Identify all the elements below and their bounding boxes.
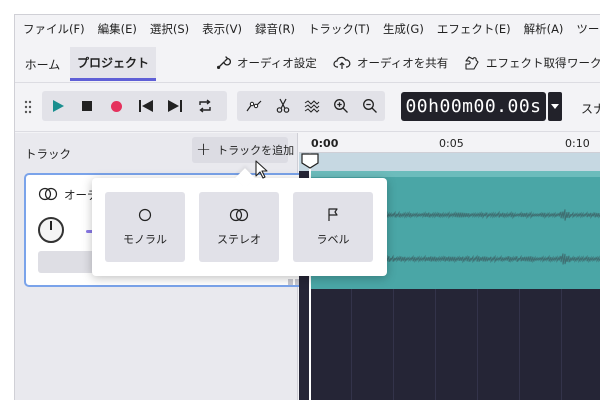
playhead-handle-icon[interactable] bbox=[301, 153, 319, 169]
zoom-in-button[interactable] bbox=[328, 93, 354, 119]
menu-tracks[interactable]: トラック(T) bbox=[308, 21, 370, 37]
mono-label: モノラル bbox=[123, 232, 167, 246]
loop-button[interactable] bbox=[192, 93, 218, 119]
stereo-circles-icon bbox=[229, 208, 249, 221]
add-label-track-option[interactable]: ラベル bbox=[293, 192, 373, 262]
time-format-dropdown[interactable] bbox=[548, 92, 562, 121]
grid-line bbox=[351, 289, 352, 400]
skip-end-icon bbox=[168, 100, 182, 112]
record-button[interactable] bbox=[103, 93, 129, 119]
skip-to-end-button[interactable] bbox=[162, 93, 188, 119]
grid-line bbox=[393, 289, 394, 400]
menu-effect[interactable]: エフェクト(E) bbox=[437, 21, 511, 37]
time-ruler[interactable]: 0:00 0:05 0:10 bbox=[299, 133, 600, 153]
selection-bar[interactable] bbox=[299, 153, 600, 171]
workspace-button[interactable]: ワークス bbox=[567, 49, 600, 77]
record-icon bbox=[110, 100, 122, 112]
zoom-out-button[interactable] bbox=[357, 93, 383, 119]
skip-start-icon bbox=[139, 100, 153, 112]
share-audio-button[interactable]: オーディオを共有 bbox=[333, 49, 448, 77]
ruler-label-10: 0:10 bbox=[565, 137, 590, 150]
grid-line bbox=[435, 289, 436, 400]
get-effects-button[interactable]: エフェクト取得 bbox=[464, 49, 567, 77]
drag-handle-icon[interactable] bbox=[24, 100, 32, 114]
waves-icon bbox=[304, 100, 320, 113]
mono-circle-icon bbox=[138, 208, 152, 221]
menu-view[interactable]: 表示(V) bbox=[202, 21, 242, 37]
audio-settings-button[interactable]: オーディオ設定 bbox=[215, 49, 317, 77]
add-track-label: トラックを追加 bbox=[217, 144, 295, 157]
audio-settings-label: オーディオ設定 bbox=[237, 56, 317, 70]
scissors-icon bbox=[276, 98, 290, 113]
grid-line bbox=[561, 289, 562, 400]
clip-header[interactable] bbox=[309, 171, 600, 177]
gain-knob[interactable] bbox=[38, 217, 64, 243]
menu-record[interactable]: 録音(R) bbox=[255, 21, 295, 37]
menu-select[interactable]: 選択(S) bbox=[150, 21, 189, 37]
skip-to-start-button[interactable] bbox=[133, 93, 159, 119]
mouse-cursor-icon bbox=[255, 160, 268, 179]
track-panel-title: トラック bbox=[25, 147, 71, 161]
menu-tools[interactable]: ツール(T) bbox=[576, 21, 600, 37]
puzzle-icon bbox=[465, 56, 479, 70]
add-stereo-track-option[interactable]: ステレオ bbox=[199, 192, 279, 262]
stereo-label: ステレオ bbox=[217, 232, 261, 246]
menu-file[interactable]: ファイル(F) bbox=[23, 21, 85, 37]
zoom-out-icon bbox=[363, 99, 377, 113]
ruler-label-5: 0:05 bbox=[439, 137, 464, 150]
ribbon-tabs: ホーム プロジェクト オーディオ設定 オーディオを共有 エフェクト取得 ワークス bbox=[15, 43, 600, 83]
add-mono-track-option[interactable]: モノラル bbox=[105, 192, 185, 262]
ruler-label-0: 0:00 bbox=[311, 137, 339, 150]
workspace-label: ワークス bbox=[567, 56, 600, 70]
time-display[interactable]: 00h00m00.00s bbox=[401, 92, 546, 121]
menubar: ファイル(F) 編集(E) 選択(S) 表示(V) 録音(R) トラック(T) … bbox=[15, 15, 600, 43]
cloud-upload-icon bbox=[333, 56, 351, 69]
multi-tool-button[interactable] bbox=[299, 93, 325, 119]
tab-home[interactable]: ホーム bbox=[15, 47, 70, 81]
snap-label[interactable]: スナ bbox=[581, 100, 600, 117]
menu-generate[interactable]: 生成(G) bbox=[383, 21, 424, 37]
split-tool-button[interactable] bbox=[270, 93, 296, 119]
menu-analyze[interactable]: 解析(A) bbox=[524, 21, 564, 37]
grid-line bbox=[519, 289, 520, 400]
envelope-tool-icon bbox=[246, 100, 262, 112]
label-track-label: ラベル bbox=[316, 232, 350, 246]
transport-toolbar: 00h00m00.00s スナ bbox=[15, 84, 600, 132]
share-audio-label: オーディオを共有 bbox=[357, 56, 449, 70]
envelope-tool-button[interactable] bbox=[241, 93, 267, 119]
stereo-track-icon bbox=[38, 187, 58, 201]
add-track-button[interactable]: + トラックを追加 bbox=[192, 137, 294, 163]
zoom-in-icon bbox=[334, 99, 348, 113]
caret-down-icon bbox=[551, 103, 559, 109]
play-icon bbox=[53, 100, 64, 112]
grid-line bbox=[477, 289, 478, 400]
loop-icon bbox=[199, 99, 211, 113]
menu-edit[interactable]: 編集(E) bbox=[98, 21, 137, 37]
stop-button[interactable] bbox=[74, 93, 100, 119]
app-window: ファイル(F) 編集(E) 選択(S) 表示(V) 録音(R) トラック(T) … bbox=[14, 14, 600, 400]
get-effects-label: エフェクト取得 bbox=[486, 56, 567, 70]
add-track-popup: モノラル ステレオ ラベル bbox=[92, 168, 387, 276]
flag-icon bbox=[328, 207, 338, 221]
plus-icon: + bbox=[196, 139, 212, 160]
play-button[interactable] bbox=[45, 93, 71, 119]
stop-icon bbox=[82, 101, 92, 111]
wrench-icon bbox=[217, 56, 231, 69]
tab-project[interactable]: プロジェクト bbox=[70, 47, 156, 81]
